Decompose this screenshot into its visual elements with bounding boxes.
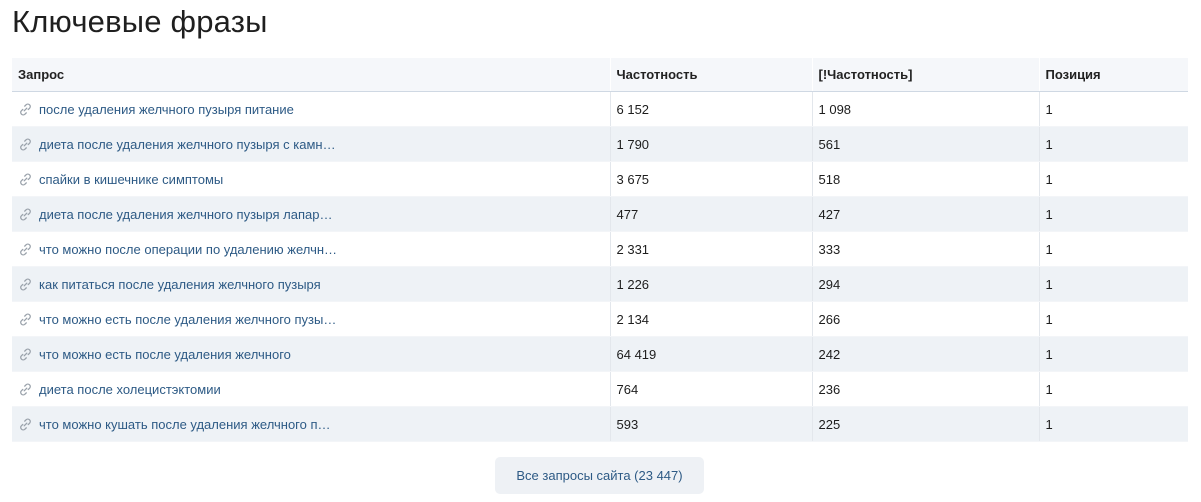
column-header-position[interactable]: Позиция bbox=[1038, 58, 1188, 92]
query-link[interactable]: что можно есть после удаления желчного bbox=[39, 347, 291, 362]
table-row: что можно есть после удаления желчного 6… bbox=[12, 336, 1188, 372]
position-cell: 1 bbox=[1038, 371, 1188, 407]
link-icon[interactable] bbox=[18, 242, 33, 257]
query-cell: что можно есть после удаления желчного п… bbox=[12, 301, 610, 337]
frequency-cell: 1 790 bbox=[609, 126, 812, 162]
table-row: диета после удаления желчного пузыря с к… bbox=[12, 126, 1188, 162]
frequency-cell: 477 bbox=[609, 196, 812, 232]
frequency-cell: 2 134 bbox=[609, 301, 812, 337]
all-site-queries-button[interactable]: Все запросы сайта (23 447) bbox=[495, 457, 704, 494]
table-row: что можно кушать после удаления желчного… bbox=[12, 406, 1188, 442]
query-cell: после удаления желчного пузыря питание bbox=[12, 91, 610, 127]
table-row: что можно есть после удаления желчного п… bbox=[12, 301, 1188, 337]
frequency-cell: 6 152 bbox=[609, 91, 812, 127]
query-link[interactable]: диета после удаления желчного пузыря с к… bbox=[39, 137, 336, 152]
exact-frequency-cell: 294 bbox=[811, 266, 1039, 302]
position-cell: 1 bbox=[1038, 301, 1188, 337]
link-icon[interactable] bbox=[18, 102, 33, 117]
exact-frequency-cell: 561 bbox=[811, 126, 1039, 162]
frequency-cell: 2 331 bbox=[609, 231, 812, 267]
page-title: Ключевые фразы bbox=[12, 4, 268, 39]
position-cell: 1 bbox=[1038, 406, 1188, 442]
frequency-cell: 1 226 bbox=[609, 266, 812, 302]
query-link[interactable]: диета после удаления желчного пузыря лап… bbox=[39, 207, 332, 222]
exact-frequency-cell: 427 bbox=[811, 196, 1039, 232]
column-header-frequency[interactable]: Частотность bbox=[609, 58, 812, 92]
exact-frequency-cell: 225 bbox=[811, 406, 1039, 442]
position-cell: 1 bbox=[1038, 196, 1188, 232]
table-row: как питаться после удаления желчного пуз… bbox=[12, 266, 1188, 302]
exact-frequency-cell: 333 bbox=[811, 231, 1039, 267]
table-row: диета после удаления желчного пузыря лап… bbox=[12, 196, 1188, 232]
link-icon[interactable] bbox=[18, 277, 33, 292]
link-icon[interactable] bbox=[18, 137, 33, 152]
position-cell: 1 bbox=[1038, 336, 1188, 372]
frequency-cell: 64 419 bbox=[609, 336, 812, 372]
frequency-cell: 593 bbox=[609, 406, 812, 442]
table-row: спайки в кишечнике симптомы 3 675 518 1 bbox=[12, 161, 1188, 197]
frequency-cell: 764 bbox=[609, 371, 812, 407]
query-cell: спайки в кишечнике симптомы bbox=[12, 161, 610, 197]
exact-frequency-cell: 1 098 bbox=[811, 91, 1039, 127]
exact-frequency-cell: 266 bbox=[811, 301, 1039, 337]
query-cell: диета после удаления желчного пузыря с к… bbox=[12, 126, 610, 162]
link-icon[interactable] bbox=[18, 207, 33, 222]
query-cell: диета после удаления желчного пузыря лап… bbox=[12, 196, 610, 232]
query-cell: как питаться после удаления желчного пуз… bbox=[12, 266, 610, 302]
position-cell: 1 bbox=[1038, 126, 1188, 162]
link-icon[interactable] bbox=[18, 347, 33, 362]
query-link[interactable]: диета после холецистэктомии bbox=[39, 382, 221, 397]
position-cell: 1 bbox=[1038, 91, 1188, 127]
exact-frequency-cell: 518 bbox=[811, 161, 1039, 197]
link-icon[interactable] bbox=[18, 417, 33, 432]
table-row: после удаления желчного пузыря питание 6… bbox=[12, 91, 1188, 127]
query-cell: что можно после операции по удалению жел… bbox=[12, 231, 610, 267]
query-link[interactable]: после удаления желчного пузыря питание bbox=[39, 102, 294, 117]
table-header-row: Запрос Частотность [!Частотность] Позици… bbox=[12, 58, 1188, 92]
link-icon[interactable] bbox=[18, 312, 33, 327]
query-cell: диета после холецистэктомии bbox=[12, 371, 610, 407]
query-link[interactable]: что можно после операции по удалению жел… bbox=[39, 242, 337, 257]
exact-frequency-cell: 236 bbox=[811, 371, 1039, 407]
link-icon[interactable] bbox=[18, 382, 33, 397]
column-header-query[interactable]: Запрос bbox=[12, 58, 610, 92]
table-row: диета после холецистэктомии 764 236 1 bbox=[12, 371, 1188, 407]
query-link[interactable]: что можно есть после удаления желчного п… bbox=[39, 312, 336, 327]
query-link[interactable]: спайки в кишечнике симптомы bbox=[39, 172, 223, 187]
query-cell: что можно есть после удаления желчного bbox=[12, 336, 610, 372]
table-row: что можно после операции по удалению жел… bbox=[12, 231, 1188, 267]
link-icon[interactable] bbox=[18, 172, 33, 187]
query-link[interactable]: как питаться после удаления желчного пуз… bbox=[39, 277, 321, 292]
position-cell: 1 bbox=[1038, 161, 1188, 197]
column-header-exact-frequency[interactable]: [!Частотность] bbox=[811, 58, 1039, 92]
query-cell: что можно кушать после удаления желчного… bbox=[12, 406, 610, 442]
position-cell: 1 bbox=[1038, 266, 1188, 302]
exact-frequency-cell: 242 bbox=[811, 336, 1039, 372]
frequency-cell: 3 675 bbox=[609, 161, 812, 197]
query-link[interactable]: что можно кушать после удаления желчного… bbox=[39, 417, 331, 432]
keywords-table: Запрос Частотность [!Частотность] Позици… bbox=[12, 58, 1188, 442]
position-cell: 1 bbox=[1038, 231, 1188, 267]
